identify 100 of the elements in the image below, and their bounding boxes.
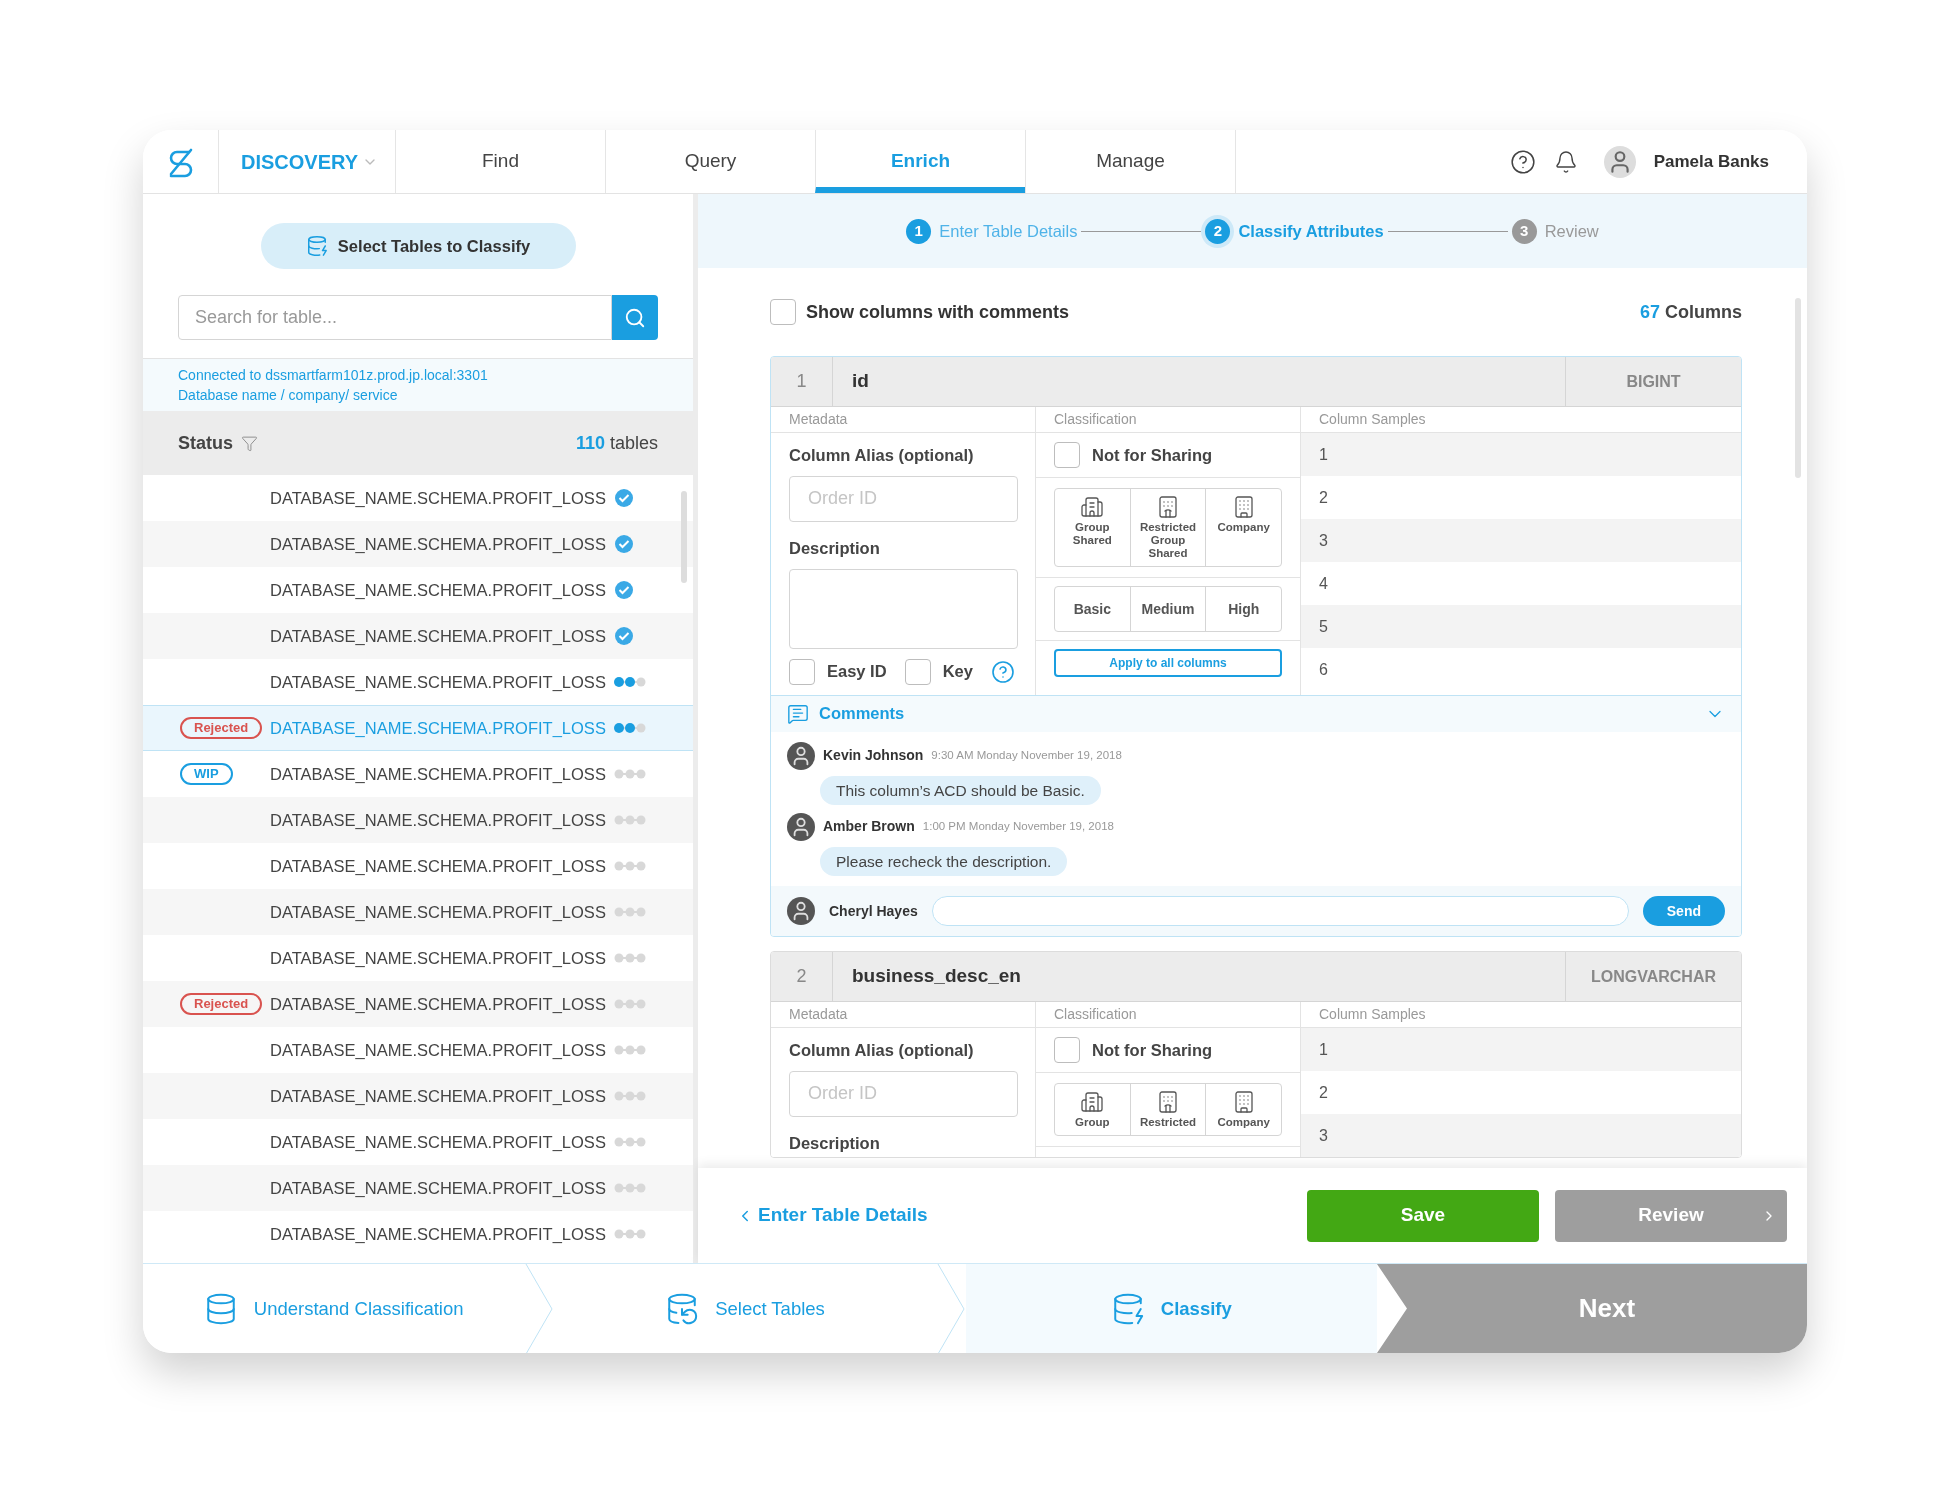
avatar [787, 812, 815, 841]
description-field[interactable] [789, 568, 1018, 649]
sample-value: 3 [1301, 519, 1741, 562]
status-label: Status [178, 431, 233, 455]
status-badge: WIP [180, 763, 233, 785]
nav-tab[interactable]: Manage [1025, 130, 1235, 193]
level-option[interactable]: Basic [1055, 587, 1130, 631]
column-count: 67 Columns [1639, 300, 1742, 324]
checkbox[interactable] [1054, 1037, 1080, 1063]
comment-bubble: This column’s ACD should be Basic. [820, 775, 1101, 805]
checkbox-label: Easy ID [827, 661, 887, 683]
table-row[interactable]: DATABASE_NAME.SCHEMA.PROFIT_LOSS [143, 521, 693, 567]
column-name: id [851, 369, 870, 394]
scrollbar[interactable] [1795, 298, 1801, 478]
section-label: Metadata [771, 407, 1036, 433]
check-icon [613, 580, 634, 600]
table-name: DATABASE_NAME.SCHEMA.PROFIT_LOSS [270, 487, 606, 509]
column-number: 1 [771, 357, 833, 406]
database-icon [305, 235, 328, 257]
level-option[interactable]: High [1205, 587, 1281, 631]
user-name[interactable]: Pamela Banks [1653, 148, 1769, 175]
building-icon [1156, 495, 1180, 519]
search-icon [624, 306, 646, 329]
table-name: DATABASE_NAME.SCHEMA.PROFIT_LOSS [270, 579, 606, 601]
select-tables-button[interactable]: Select Tables to Classify [260, 223, 576, 269]
table-row[interactable]: DATABASE_NAME.SCHEMA.PROFIT_LOSS [143, 889, 693, 935]
sample-value: 5 [1301, 605, 1741, 648]
search-field[interactable]: Search for table... [178, 295, 612, 340]
check-icon [613, 534, 634, 554]
notification-icon[interactable] [1553, 149, 1578, 174]
check-icon [613, 488, 634, 508]
table-name: DATABASE_NAME.SCHEMA.PROFIT_LOSS [270, 993, 606, 1015]
checkbox[interactable] [904, 658, 931, 685]
checkbox[interactable] [789, 658, 815, 685]
table-name: DATABASE_NAME.SCHEMA.PROFIT_LOSS [270, 625, 606, 647]
comment-bubble: Please recheck the description. [820, 846, 1068, 876]
sharing-option[interactable]: Group [1055, 1084, 1130, 1135]
table-row[interactable]: DATABASE_NAME.SCHEMA.PROFIT_LOSS [143, 1165, 693, 1211]
column-type: BIGINT [1565, 357, 1741, 406]
table-name: DATABASE_NAME.SCHEMA.PROFIT_LOSS [270, 1039, 606, 1061]
table-name: DATABASE_NAME.SCHEMA.PROFIT_LOSS [270, 809, 606, 831]
table-name: DATABASE_NAME.SCHEMA.PROFIT_LOSS [270, 1085, 606, 1107]
comment-time: 1:00 PM Monday November 19, 2018 [922, 819, 1114, 835]
help-icon[interactable] [1509, 148, 1536, 175]
filter-icon[interactable] [241, 434, 258, 452]
nav-tab[interactable]: Query [605, 130, 815, 193]
table-name: DATABASE_NAME.SCHEMA.PROFIT_LOSS [270, 717, 606, 739]
checkbox[interactable] [1054, 442, 1080, 468]
checkbox-label: Key [942, 661, 973, 683]
table-row[interactable]: DATABASE_NAME.SCHEMA.PROFIT_LOSS [143, 1073, 693, 1119]
table-row[interactable]: DATABASE_NAME.SCHEMA.PROFIT_LOSS [143, 797, 693, 843]
table-name: DATABASE_NAME.SCHEMA.PROFIT_LOSS [270, 1177, 606, 1199]
step-number: 3 [1511, 218, 1537, 244]
field-label: Column Alias (optional) [789, 445, 975, 466]
field-label: Column Alias (optional) [789, 1040, 975, 1061]
avatar [787, 897, 815, 925]
comment-time: 9:30 AM Monday November 19, 2018 [931, 747, 1122, 763]
avatar [787, 741, 815, 770]
status-badge: Rejected [180, 993, 263, 1015]
table-name: DATABASE_NAME.SCHEMA.PROFIT_LOSS [270, 533, 606, 555]
comment-author: Kevin Johnson [823, 746, 924, 765]
table-row[interactable]: DATABASE_NAME.SCHEMA.PROFIT_LOSS [143, 613, 693, 659]
section-label: Classification [1036, 1002, 1301, 1028]
sharing-option[interactable]: Company [1205, 489, 1281, 566]
sample-value: 1 [1301, 1028, 1741, 1071]
database-icon [665, 1291, 700, 1326]
alias-field[interactable]: Order ID [789, 475, 1018, 522]
table-count: 110 tables [575, 431, 658, 455]
checkbox[interactable] [770, 299, 796, 325]
alias-field[interactable]: Order ID [789, 1070, 1018, 1117]
sharing-option[interactable]: Company [1205, 1084, 1281, 1135]
connection-info: Connected to dssmartfarm101z.prod.jp.local:3301 [178, 366, 489, 385]
table-row[interactable]: Rejected DATABASE_NAME.SCHEMA.PROFIT_LOSS [143, 981, 693, 1027]
table-name: DATABASE_NAME.SCHEMA.PROFIT_LOSS [270, 763, 606, 785]
building-icon [1156, 1090, 1180, 1114]
status-badge: Rejected [180, 717, 263, 739]
step-label: Classify Attributes [1238, 220, 1384, 242]
sharing-option[interactable]: Restricted Group Shared [1129, 489, 1206, 566]
checkbox-label: Not for Sharing [1092, 444, 1213, 466]
table-name: DATABASE_NAME.SCHEMA.PROFIT_LOSS [270, 855, 606, 877]
table-name: DATABASE_NAME.SCHEMA.PROFIT_LOSS [270, 947, 606, 969]
check-icon [613, 626, 634, 646]
table-name: DATABASE_NAME.SCHEMA.PROFIT_LOSS [270, 901, 606, 923]
step-label: Enter Table Details [939, 220, 1078, 242]
column-type: LONGVARCHAR [1565, 952, 1741, 1001]
table-row[interactable]: Rejected DATABASE_NAME.SCHEMA.PROFIT_LOSS [143, 705, 693, 751]
comment-field[interactable] [931, 896, 1629, 926]
sharing-option[interactable]: Restricted [1129, 1084, 1206, 1135]
nav-tab[interactable]: Find [395, 130, 605, 193]
sharing-option[interactable]: Group Shared [1055, 489, 1130, 566]
checkbox-label: Not for Sharing [1092, 1039, 1213, 1061]
comment-icon [787, 702, 809, 725]
commenter-name: Cheryl Hayes [829, 901, 918, 921]
search-button[interactable] [612, 295, 658, 340]
scrollbar[interactable] [681, 491, 687, 583]
section-label: Classification [1036, 407, 1301, 433]
level-option[interactable]: Medium [1129, 587, 1206, 631]
column-name: business_desc_en [851, 964, 1022, 989]
comment-author: Amber Brown [823, 817, 915, 837]
sample-value: 3 [1301, 1114, 1741, 1157]
